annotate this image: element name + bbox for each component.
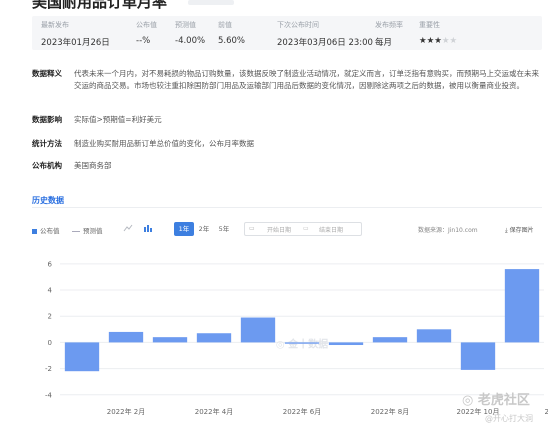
legend-line-icon: [72, 230, 80, 232]
x-tick-label: 2022年 2月: [107, 407, 146, 416]
title-tag: [188, 0, 234, 5]
bar-10: [504, 269, 540, 343]
stat-value: 每月: [375, 38, 393, 48]
bar-4: [240, 317, 276, 343]
stat-previous: 前值 5.60%: [218, 20, 245, 46]
legend-forecast[interactable]: 预测值: [72, 225, 103, 235]
tiger-watermark: ◎ 老虎社区: [462, 389, 530, 408]
importance-stars: ★★★★★: [419, 36, 457, 46]
stat-latest-release: 最新发布 2023年01月26日: [41, 20, 110, 48]
bar-1: [108, 331, 144, 343]
stat-label: 重要性: [419, 21, 440, 29]
info-value: 实际值>预期值=利好美元: [74, 115, 162, 124]
section-divider: [32, 207, 542, 208]
stat-label: 最新发布: [41, 21, 69, 29]
stat-value: --%: [136, 36, 151, 46]
bar-0: [64, 342, 100, 372]
stat-value: -4.00%: [175, 36, 206, 46]
info-key: 数据释义: [32, 69, 62, 78]
range-separator-icon: ▭: [303, 225, 309, 232]
end-date-input[interactable]: 结束日期: [319, 225, 343, 234]
stat-frequency: 发布频率 每月: [375, 20, 403, 48]
stat-label: 前值: [218, 21, 232, 29]
stats-panel: 最新发布 2023年01月26日 公布值 --% 预测值 -4.00% 前值 5…: [32, 16, 542, 50]
x-tick-label: 2022年 6月: [283, 407, 322, 416]
bar-8: [416, 329, 452, 343]
stat-forecast: 预测值 -4.00%: [175, 20, 205, 46]
data-source-label: 数据来源：Jin10.com: [418, 227, 478, 234]
y-tick-label: 0: [48, 339, 52, 347]
legend-label: 预测值: [83, 227, 103, 235]
stat-label: 发布频率: [375, 21, 403, 29]
x-tick-label: 2022年 8月: [371, 407, 410, 416]
stat-importance: 重要性 ★★★★★: [419, 20, 457, 46]
y-tick-label: -4: [45, 391, 53, 399]
y-tick-label: 6: [48, 260, 53, 268]
bar-6: [328, 342, 364, 346]
info-value: 代表未来一个月内，对不易耗损的物品订购数量，该数据反映了制造业活动情况，就定义而…: [74, 69, 539, 90]
top-header-strip: 美国耐用品订单月率: [0, 0, 554, 10]
bar-7: [372, 337, 408, 343]
range-5y-button[interactable]: 5年: [214, 222, 234, 236]
legend-label: 公布值: [40, 227, 60, 235]
y-tick-label: -2: [45, 365, 52, 373]
chart-watermark: ◎ 金十数据: [276, 337, 328, 350]
date-range-picker[interactable]: ▭ 开始日期 ▭ 结束日期: [244, 222, 362, 236]
bar-chart-icon[interactable]: [142, 223, 154, 235]
star-on-icon: ★★★: [419, 36, 442, 46]
y-tick-label: 2: [48, 313, 52, 321]
line-chart-icon[interactable]: [122, 223, 134, 235]
bar-5: [284, 342, 320, 344]
bar-2: [152, 337, 188, 343]
history-section-title[interactable]: 历史数据: [32, 195, 64, 206]
save-image-button[interactable]: ⤓ 保存图片: [505, 225, 534, 235]
watermark-text: 老虎社区: [477, 393, 530, 408]
info-value: 制造业购买耐用品新订单总价值的变化，公布月率数据: [74, 139, 254, 148]
stat-value: 2023年01月26日: [41, 38, 110, 48]
calendar-icon: ▭: [249, 225, 255, 232]
chart-toolbar: 公布值 预测值 1年 2年 5年 ▭ 开始日期 ▭ 结束日期 数据来源：Jin1…: [32, 222, 548, 238]
info-value: 美国商务部: [74, 161, 112, 170]
y-tick-label: 4: [48, 287, 53, 295]
bar-3: [196, 333, 232, 343]
stat-label: 公布值: [136, 21, 157, 29]
start-date-input[interactable]: 开始日期: [267, 225, 291, 234]
tiger-logo-icon: ◎: [462, 393, 478, 408]
info-key: 公布机构: [32, 161, 62, 170]
star-off-icon: ★★: [441, 36, 458, 46]
stat-label: 下次公布时间: [277, 21, 319, 29]
stat-label: 预测值: [175, 21, 196, 29]
stat-actual: 公布值 --%: [136, 20, 157, 46]
stat-value: 5.60%: [218, 36, 246, 46]
stat-value: 2023年03月06日 23:00: [277, 38, 373, 48]
bar-9: [460, 342, 496, 370]
x-tick-label: 2022年 12月: [545, 407, 548, 416]
x-tick-label: 2022年 4月: [195, 407, 234, 416]
user-watermark: @开心打大洞: [485, 414, 533, 423]
range-2y-button[interactable]: 2年: [194, 222, 214, 236]
info-key: 数据影响: [32, 115, 62, 124]
save-label: 保存图片: [509, 227, 534, 234]
legend-actual[interactable]: 公布值: [32, 225, 60, 235]
stat-next-release: 下次公布时间 2023年03月06日 23:00: [277, 20, 373, 48]
info-key: 统计方法: [32, 139, 62, 148]
legend-square-icon: [32, 228, 37, 234]
range-1y-button[interactable]: 1年: [174, 222, 194, 236]
page-title-partial: 美国耐用品订单月率: [32, 0, 168, 10]
